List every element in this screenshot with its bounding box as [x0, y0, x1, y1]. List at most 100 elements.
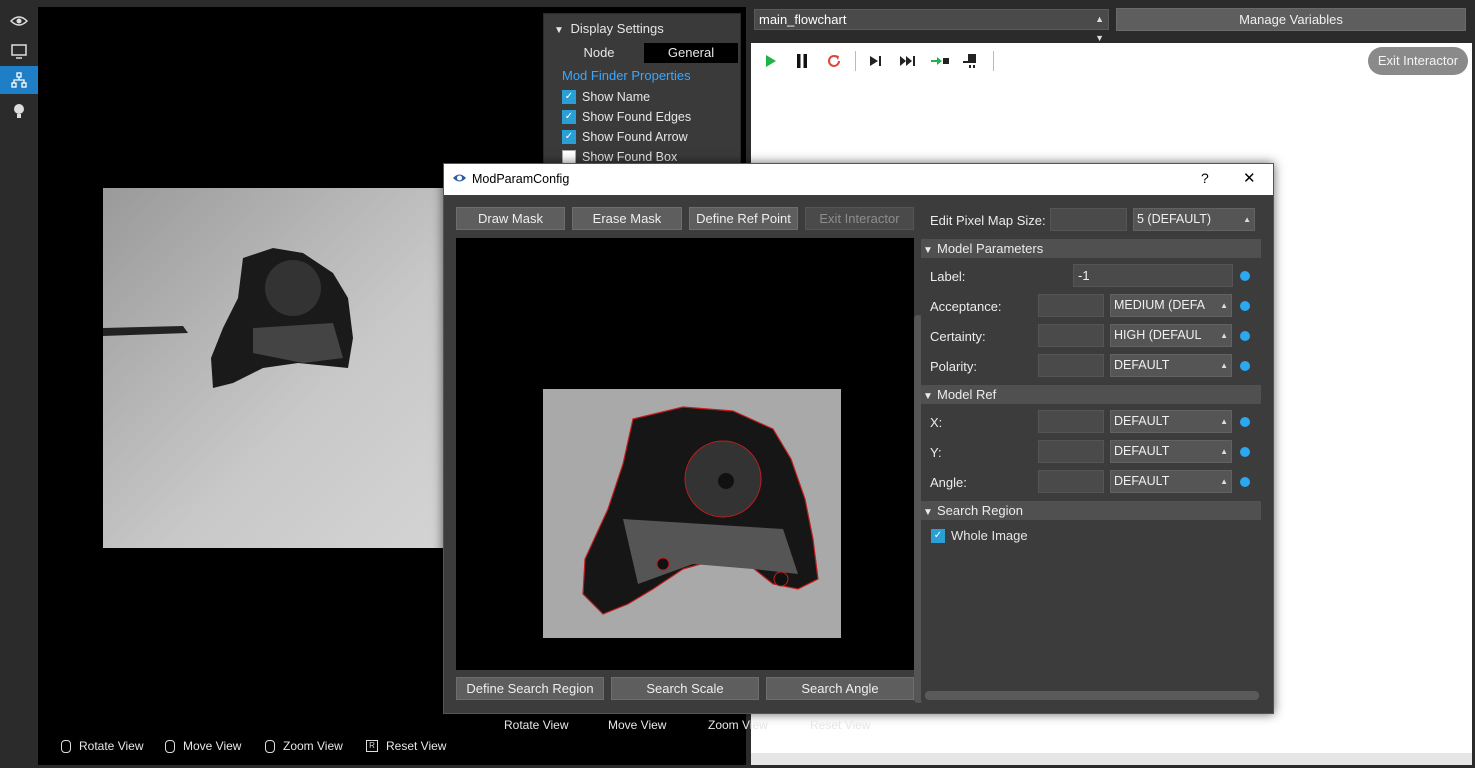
camera-image — [103, 188, 443, 548]
search-angle-button[interactable]: Search Angle — [766, 677, 914, 700]
zoom-view-label[interactable]: Zoom View — [708, 718, 768, 732]
restart-icon[interactable] — [824, 51, 844, 71]
x-value: DEFAULT — [1114, 414, 1170, 428]
fast-forward-icon[interactable] — [898, 51, 918, 71]
exit-interactor-button-disabled[interactable]: Exit Interactor — [805, 207, 914, 230]
pixel-map-size-input[interactable] — [1050, 208, 1127, 231]
help-button[interactable]: ? — [1201, 170, 1209, 186]
display-settings-title: Display Settings — [570, 21, 664, 36]
step-into-icon[interactable] — [930, 51, 950, 71]
acceptance-label: Acceptance: — [930, 299, 1002, 314]
model-parameters-section[interactable]: ▼ Model Parameters — [921, 239, 1261, 258]
pixel-map-size-value: 5 (DEFAULT) — [1137, 212, 1212, 226]
rotate-view-label[interactable]: Rotate View — [504, 718, 568, 732]
collapse-triangle-icon: ▼ — [923, 391, 933, 402]
tab-general[interactable]: General — [644, 43, 738, 63]
left-sidebar — [0, 0, 38, 768]
certainty-input[interactable] — [1038, 324, 1104, 347]
acceptance-input[interactable] — [1038, 294, 1104, 317]
play-icon[interactable] — [761, 51, 781, 71]
y-input[interactable] — [1038, 440, 1104, 463]
erase-mask-button[interactable]: Erase Mask — [572, 207, 682, 230]
option-show-found-box[interactable]: Show Found Box — [562, 150, 677, 164]
status-dot-icon[interactable] — [1240, 417, 1250, 427]
option-show-found-arrow[interactable]: ✓ Show Found Arrow — [562, 130, 688, 144]
flowchart-select[interactable]: main_flowchart ▲ ▼ — [754, 9, 1109, 43]
reset-view-control[interactable]: R Reset View — [366, 739, 446, 753]
polarity-input[interactable] — [1038, 354, 1104, 377]
device-icon[interactable] — [962, 51, 982, 71]
mod-finder-properties-title: Mod Finder Properties — [562, 68, 691, 83]
acceptance-select[interactable]: MEDIUM (DEFA ▲▼ — [1110, 294, 1232, 317]
angle-input[interactable] — [1038, 470, 1104, 493]
move-view-label[interactable]: Move View — [608, 718, 666, 732]
status-dot-icon[interactable] — [1240, 361, 1250, 371]
exit-interactor-button[interactable]: Exit Interactor — [1368, 47, 1468, 75]
step-icon[interactable] — [866, 51, 886, 71]
panel-horizontal-scrollbar[interactable] — [925, 691, 1259, 700]
section-title: Search Region — [937, 503, 1023, 518]
flowchart-icon[interactable] — [0, 66, 38, 94]
x-label: X: — [930, 415, 943, 430]
status-dot-icon[interactable] — [1240, 447, 1250, 457]
checkbox-unchecked-icon[interactable] — [562, 150, 576, 164]
pause-icon[interactable] — [792, 51, 812, 71]
zoom-view-control[interactable]: Zoom View — [265, 739, 343, 753]
mouse-left-icon — [61, 739, 71, 753]
y-select[interactable]: DEFAULT ▲▼ — [1110, 440, 1232, 463]
label-value: -1 — [1078, 268, 1090, 283]
mask-image-viewer[interactable]: Rotate View Move View Zoom View Reset Vi… — [456, 238, 923, 732]
define-ref-point-button[interactable]: Define Ref Point — [689, 207, 798, 230]
x-input[interactable] — [1038, 410, 1104, 433]
mask-image — [543, 389, 841, 638]
status-dot-icon[interactable] — [1240, 271, 1250, 281]
polarity-value: DEFAULT — [1114, 358, 1170, 372]
draw-mask-button[interactable]: Draw Mask — [456, 207, 565, 230]
lightbulb-icon[interactable] — [0, 97, 38, 125]
whole-image-option[interactable]: ✓ Whole Image — [931, 528, 1028, 543]
define-search-region-button[interactable]: Define Search Region — [456, 677, 604, 700]
rotate-view-control[interactable]: Rotate View — [61, 739, 143, 753]
certainty-select[interactable]: HIGH (DEFAUL ▲▼ — [1110, 324, 1232, 347]
certainty-label: Certainty: — [930, 329, 986, 344]
r-key-icon: R — [366, 740, 378, 752]
status-dot-icon[interactable] — [1240, 331, 1250, 341]
manage-variables-button[interactable]: Manage Variables — [1116, 8, 1466, 31]
model-ref-section[interactable]: ▼ Model Ref — [921, 385, 1261, 404]
reset-view-label[interactable]: Reset View — [810, 718, 870, 732]
status-dot-icon[interactable] — [1240, 477, 1250, 487]
collapse-triangle-icon: ▼ — [554, 25, 564, 36]
flowchart-scrollbar[interactable] — [751, 753, 1472, 765]
label-input[interactable]: -1 — [1073, 264, 1233, 287]
pixel-map-size-label: Edit Pixel Map Size: — [930, 213, 1046, 228]
checkbox-checked-icon[interactable]: ✓ — [562, 90, 576, 104]
dialog-titlebar[interactable]: ModParamConfig ? ✕ — [444, 164, 1273, 195]
eye-icon[interactable] — [0, 7, 38, 35]
polarity-select[interactable]: DEFAULT ▲▼ — [1110, 354, 1232, 377]
option-show-name[interactable]: ✓ Show Name — [562, 90, 650, 104]
status-dot-icon[interactable] — [1240, 301, 1250, 311]
checkbox-checked-icon[interactable]: ✓ — [931, 528, 945, 543]
polarity-label: Polarity: — [930, 359, 977, 374]
tab-node[interactable]: Node — [554, 43, 644, 63]
checkbox-checked-icon[interactable]: ✓ — [562, 130, 576, 144]
move-view-control[interactable]: Move View — [165, 739, 241, 753]
updown-arrow-icon: ▲▼ — [1220, 361, 1228, 370]
checkbox-checked-icon[interactable]: ✓ — [562, 110, 576, 124]
pixel-map-size-select[interactable]: 5 (DEFAULT) ▲▼ — [1133, 208, 1255, 231]
flowchart-selected-value: main_flowchart — [759, 12, 847, 27]
mouse-wheel-icon — [265, 739, 275, 753]
close-button[interactable]: ✕ — [1243, 169, 1256, 187]
option-show-found-edges[interactable]: ✓ Show Found Edges — [562, 110, 691, 124]
option-label: Show Found Edges — [582, 110, 692, 124]
monitor-icon[interactable] — [0, 37, 38, 65]
angle-label: Angle: — [930, 475, 967, 490]
search-region-section[interactable]: ▼ Search Region — [921, 501, 1261, 520]
angle-select[interactable]: DEFAULT ▲▼ — [1110, 470, 1232, 493]
x-select[interactable]: DEFAULT ▲▼ — [1110, 410, 1232, 433]
display-settings-header[interactable]: ▼ Display Settings — [554, 21, 664, 36]
search-scale-button[interactable]: Search Scale — [611, 677, 759, 700]
collapse-triangle-icon: ▼ — [923, 507, 933, 518]
model-parameters-panel: Edit Pixel Map Size: 5 (DEFAULT) ▲▼ ▼ Mod… — [921, 206, 1261, 701]
certainty-value: HIGH (DEFAUL — [1114, 328, 1202, 342]
